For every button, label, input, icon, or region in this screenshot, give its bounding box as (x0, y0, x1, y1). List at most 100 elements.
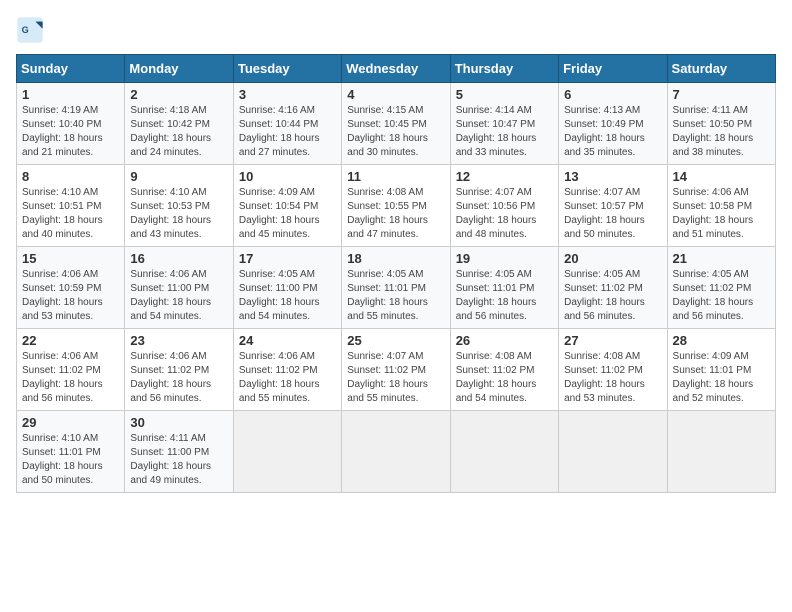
day-number: 7 (673, 87, 770, 102)
weekday-header-tuesday: Tuesday (233, 55, 341, 83)
calendar-cell: 25 Sunrise: 4:07 AM Sunset: 11:02 PM Dayl… (342, 329, 450, 411)
day-number: 5 (456, 87, 553, 102)
day-info: Sunrise: 4:05 AM Sunset: 11:02 PM Daylig… (564, 268, 661, 324)
day-number: 2 (130, 87, 227, 102)
weekday-header-saturday: Saturday (667, 55, 775, 83)
weekday-header-monday: Monday (125, 55, 233, 83)
day-number: 14 (673, 169, 770, 184)
calendar-cell: 30 Sunrise: 4:11 AM Sunset: 11:00 PM Dayl… (125, 411, 233, 493)
day-info: Sunrise: 4:06 AM Sunset: 11:02 PM Daylig… (130, 350, 227, 406)
day-number: 6 (564, 87, 661, 102)
day-number: 15 (22, 251, 119, 266)
calendar-cell: 23 Sunrise: 4:06 AM Sunset: 11:02 PM Dayl… (125, 329, 233, 411)
day-number: 26 (456, 333, 553, 348)
day-info: Sunrise: 4:16 AM Sunset: 10:44 PM Daylig… (239, 104, 336, 160)
day-number: 17 (239, 251, 336, 266)
day-number: 21 (673, 251, 770, 266)
calendar-cell: 22Sunrise: 4:06 AM Sunset: 11:02 PM Dayl… (17, 329, 125, 411)
weekday-header-thursday: Thursday (450, 55, 558, 83)
day-info: Sunrise: 4:19 AM Sunset: 10:40 PM Daylig… (22, 104, 119, 160)
day-info: Sunrise: 4:05 AM Sunset: 11:01 PM Daylig… (347, 268, 444, 324)
weekday-header-wednesday: Wednesday (342, 55, 450, 83)
calendar-week-row: 29 Sunrise: 4:10 AM Sunset: 11:01 PM Dayl… (17, 411, 776, 493)
day-number: 18 (347, 251, 444, 266)
day-info: Sunrise: 4:08 AM Sunset: 11:02 PM Daylig… (456, 350, 553, 406)
day-number: 25 (347, 333, 444, 348)
day-info: Sunrise: 4:18 AM Sunset: 10:42 PM Daylig… (130, 104, 227, 160)
day-number: 16 (130, 251, 227, 266)
calendar-cell: 6 Sunrise: 4:13 AM Sunset: 10:49 PM Dayli… (559, 83, 667, 165)
day-number: 8 (22, 169, 119, 184)
day-info: Sunrise: 4:13 AM Sunset: 10:49 PM Daylig… (564, 104, 661, 160)
calendar-cell: 17 Sunrise: 4:05 AM Sunset: 11:00 PM Dayl… (233, 247, 341, 329)
calendar-cell: 5 Sunrise: 4:14 AM Sunset: 10:47 PM Dayli… (450, 83, 558, 165)
calendar-week-row: 1 Sunrise: 4:19 AM Sunset: 10:40 PM Dayli… (17, 83, 776, 165)
day-info: Sunrise: 4:06 AM Sunset: 10:58 PM Daylig… (673, 186, 770, 242)
day-info: Sunrise: 4:11 AM Sunset: 11:00 PM Daylig… (130, 432, 227, 488)
day-number: 30 (130, 415, 227, 430)
day-info: Sunrise: 4:05 AM Sunset: 11:01 PM Daylig… (456, 268, 553, 324)
day-number: 12 (456, 169, 553, 184)
calendar-cell: 3 Sunrise: 4:16 AM Sunset: 10:44 PM Dayli… (233, 83, 341, 165)
calendar-cell: 14 Sunrise: 4:06 AM Sunset: 10:58 PM Dayl… (667, 165, 775, 247)
day-number: 13 (564, 169, 661, 184)
calendar-cell: 4Sunrise: 4:15 AM Sunset: 10:45 PM Dayli… (342, 83, 450, 165)
day-number: 23 (130, 333, 227, 348)
calendar-cell (342, 411, 450, 493)
day-number: 1 (22, 87, 119, 102)
calendar-cell: 18 Sunrise: 4:05 AM Sunset: 11:01 PM Dayl… (342, 247, 450, 329)
calendar-cell: 13Sunrise: 4:07 AM Sunset: 10:57 PM Dayl… (559, 165, 667, 247)
day-info: Sunrise: 4:06 AM Sunset: 11:00 PM Daylig… (130, 268, 227, 324)
day-number: 19 (456, 251, 553, 266)
calendar-cell: 20 Sunrise: 4:05 AM Sunset: 11:02 PM Dayl… (559, 247, 667, 329)
day-info: Sunrise: 4:10 AM Sunset: 10:51 PM Daylig… (22, 186, 119, 242)
calendar-cell (233, 411, 341, 493)
day-info: Sunrise: 4:07 AM Sunset: 11:02 PM Daylig… (347, 350, 444, 406)
logo-icon: G (16, 16, 44, 44)
calendar-cell: 26 Sunrise: 4:08 AM Sunset: 11:02 PM Dayl… (450, 329, 558, 411)
day-info: Sunrise: 4:09 AM Sunset: 11:01 PM Daylig… (673, 350, 770, 406)
day-number: 4 (347, 87, 444, 102)
svg-text:G: G (22, 25, 29, 35)
day-number: 29 (22, 415, 119, 430)
day-number: 11 (347, 169, 444, 184)
day-info: Sunrise: 4:08 AM Sunset: 11:02 PM Daylig… (564, 350, 661, 406)
calendar-cell: 10Sunrise: 4:09 AM Sunset: 10:54 PM Dayl… (233, 165, 341, 247)
calendar-cell: 12Sunrise: 4:07 AM Sunset: 10:56 PM Dayl… (450, 165, 558, 247)
day-number: 24 (239, 333, 336, 348)
page-header: G (16, 16, 776, 44)
calendar-week-row: 8 Sunrise: 4:10 AM Sunset: 10:51 PM Dayli… (17, 165, 776, 247)
calendar-week-row: 15 Sunrise: 4:06 AM Sunset: 10:59 PM Dayl… (17, 247, 776, 329)
day-info: Sunrise: 4:06 AM Sunset: 10:59 PM Daylig… (22, 268, 119, 324)
calendar-cell: 27 Sunrise: 4:08 AM Sunset: 11:02 PM Dayl… (559, 329, 667, 411)
day-number: 10 (239, 169, 336, 184)
calendar-cell (450, 411, 558, 493)
day-info: Sunrise: 4:14 AM Sunset: 10:47 PM Daylig… (456, 104, 553, 160)
calendar-cell: 8 Sunrise: 4:10 AM Sunset: 10:51 PM Dayli… (17, 165, 125, 247)
day-number: 28 (673, 333, 770, 348)
day-number: 9 (130, 169, 227, 184)
day-info: Sunrise: 4:06 AM Sunset: 11:02 PM Daylig… (239, 350, 336, 406)
day-number: 3 (239, 87, 336, 102)
calendar-cell (667, 411, 775, 493)
day-info: Sunrise: 4:05 AM Sunset: 11:00 PM Daylig… (239, 268, 336, 324)
day-info: Sunrise: 4:10 AM Sunset: 11:01 PM Daylig… (22, 432, 119, 488)
calendar-cell: 2 Sunrise: 4:18 AM Sunset: 10:42 PM Dayli… (125, 83, 233, 165)
day-info: Sunrise: 4:08 AM Sunset: 10:55 PM Daylig… (347, 186, 444, 242)
logo: G (16, 16, 48, 44)
calendar-cell: 1 Sunrise: 4:19 AM Sunset: 10:40 PM Dayli… (17, 83, 125, 165)
day-info: Sunrise: 4:10 AM Sunset: 10:53 PM Daylig… (130, 186, 227, 242)
calendar-header-row: SundayMondayTuesdayWednesdayThursdayFrid… (17, 55, 776, 83)
calendar-cell: 11 Sunrise: 4:08 AM Sunset: 10:55 PM Dayl… (342, 165, 450, 247)
calendar-cell: 7Sunrise: 4:11 AM Sunset: 10:50 PM Dayli… (667, 83, 775, 165)
weekday-header-sunday: Sunday (17, 55, 125, 83)
calendar-cell: 9 Sunrise: 4:10 AM Sunset: 10:53 PM Dayli… (125, 165, 233, 247)
day-number: 27 (564, 333, 661, 348)
calendar-cell: 21Sunrise: 4:05 AM Sunset: 11:02 PM Dayl… (667, 247, 775, 329)
calendar-cell: 28 Sunrise: 4:09 AM Sunset: 11:01 PM Dayl… (667, 329, 775, 411)
day-number: 22 (22, 333, 119, 348)
calendar-cell (559, 411, 667, 493)
calendar-cell: 29 Sunrise: 4:10 AM Sunset: 11:01 PM Dayl… (17, 411, 125, 493)
day-number: 20 (564, 251, 661, 266)
calendar-week-row: 22 Sunrise: 4:06 AM Sunset: 11:02 PM Dayl… (17, 329, 776, 411)
